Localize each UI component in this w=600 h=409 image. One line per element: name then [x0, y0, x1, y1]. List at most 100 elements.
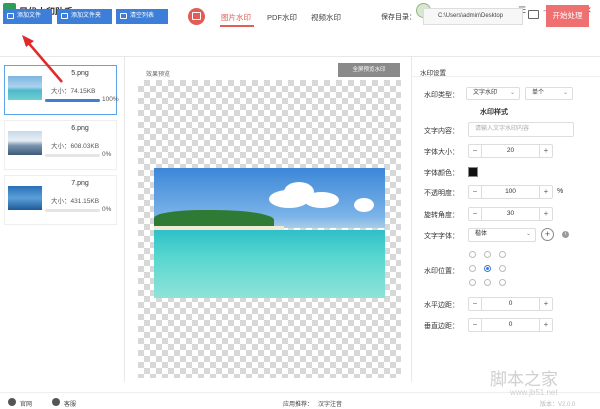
font-label: 文字字体：	[424, 233, 459, 240]
watermark-mode-select[interactable]: 单个 ⌄	[525, 87, 573, 100]
site-watermark-logo: 脚本之家	[490, 370, 558, 390]
file-thumbnail	[8, 186, 42, 210]
home-button[interactable]	[188, 8, 205, 25]
font-size-stepper[interactable]: − 20 +	[468, 144, 553, 158]
file-name: 7.png	[71, 180, 89, 187]
position-top-center[interactable]	[484, 251, 491, 258]
content-label: 文字内容：	[424, 128, 459, 135]
toolbar	[0, 22, 600, 57]
vmargin-label: 垂直边距：	[424, 323, 459, 330]
file-size: 大小：431.15KB	[51, 198, 100, 205]
file-size: 大小：74.15KB	[51, 88, 96, 95]
increment-button[interactable]: +	[539, 186, 552, 198]
watermark-type-select[interactable]: 文字水印 ⌄	[466, 87, 520, 100]
increment-button[interactable]: +	[539, 319, 552, 331]
progress-bar	[45, 154, 100, 157]
decrement-button[interactable]: −	[469, 145, 482, 157]
active-tab-indicator	[220, 25, 254, 27]
file-name: 6.png	[71, 125, 89, 132]
website-link[interactable]: 官网	[20, 399, 32, 408]
stepper-value[interactable]: 30	[482, 208, 539, 220]
increment-button[interactable]: +	[539, 208, 552, 220]
file-list-panel: 5.png 大小：74.15KB 100% 6.png 大小：608.03KB …	[0, 57, 125, 382]
recommend-label: 应用推荐：	[283, 402, 314, 408]
add-folder-button[interactable]: 添加文件夹	[57, 9, 112, 24]
increment-button[interactable]: +	[539, 298, 552, 310]
progress-bar	[45, 99, 100, 102]
position-top-right[interactable]	[499, 251, 506, 258]
file-item[interactable]: 6.png 大小：608.03KB 0%	[4, 120, 117, 170]
decrement-button[interactable]: −	[469, 319, 482, 331]
file-item[interactable]: 5.png 大小：74.15KB 100%	[4, 65, 119, 115]
opacity-stepper[interactable]: − 100 +	[468, 185, 553, 199]
progress-bar	[45, 209, 100, 212]
file-size: 大小：608.03KB	[51, 143, 100, 150]
clear-icon	[120, 13, 127, 19]
fullscreen-preview-button[interactable]: 全屏预览水印	[338, 63, 400, 77]
position-middle-left[interactable]	[469, 265, 476, 272]
website-icon[interactable]	[8, 398, 16, 406]
increment-button[interactable]: +	[539, 145, 552, 157]
progress-percent: 0%	[102, 151, 112, 158]
stepper-value[interactable]: 0	[482, 298, 539, 310]
start-button[interactable]: 开始处理	[546, 5, 589, 27]
preview-image	[154, 168, 385, 298]
preview-title: 效果预览	[146, 72, 171, 78]
tab-image-watermark[interactable]: 图片水印	[221, 12, 251, 23]
tab-pdf-watermark[interactable]: PDF水印	[267, 12, 297, 23]
size-label: 字体大小：	[424, 149, 459, 156]
site-watermark-url: www.jb51.net	[510, 388, 558, 397]
font-color-swatch[interactable]	[468, 167, 478, 177]
sea	[154, 230, 385, 298]
save-dir-label: 保存目录：	[381, 14, 416, 21]
stepper-value[interactable]: 20	[482, 145, 539, 157]
rotation-stepper[interactable]: − 30 +	[468, 207, 553, 221]
stepper-value[interactable]: 0	[482, 319, 539, 331]
support-link[interactable]: 客服	[64, 399, 76, 408]
progress-percent: 100%	[102, 96, 119, 103]
progress-fill	[45, 99, 100, 102]
file-thumbnail	[8, 131, 42, 155]
decrement-button[interactable]: −	[469, 186, 482, 198]
save-dir-input[interactable]: C:\Users\admin\Desktop	[423, 8, 523, 25]
clear-list-button[interactable]: 清空列表	[116, 9, 168, 24]
position-bottom-right[interactable]	[499, 279, 506, 286]
text-content-input[interactable]: 请输入文字水印内容	[468, 122, 574, 137]
color-label: 字体颜色：	[424, 170, 459, 177]
file-icon	[7, 13, 14, 19]
position-top-left[interactable]	[469, 251, 476, 258]
file-item[interactable]: 7.png 大小：431.15KB 0%	[4, 175, 117, 225]
progress-percent: 0%	[102, 206, 112, 213]
cloud	[354, 198, 374, 212]
vertical-margin-stepper[interactable]: − 0 +	[468, 318, 553, 332]
home-icon	[192, 12, 201, 20]
support-icon[interactable]	[52, 398, 60, 406]
file-name: 5.png	[71, 70, 89, 77]
opacity-label: 不透明度：	[424, 190, 459, 197]
tab-video-watermark[interactable]: 视频水印	[311, 12, 341, 23]
add-file-button[interactable]: 添加文件	[3, 9, 52, 24]
font-family-select[interactable]: 楷体 ⌄	[468, 228, 536, 242]
folder-icon	[61, 13, 68, 19]
settings-title: 水印设置	[420, 70, 446, 77]
chevron-down-icon: ⌄	[509, 90, 515, 96]
decrement-button[interactable]: −	[469, 208, 482, 220]
cloud	[304, 192, 339, 208]
decrement-button[interactable]: −	[469, 298, 482, 310]
rotate-label: 旋转角度：	[424, 212, 459, 219]
position-bottom-center[interactable]	[484, 279, 491, 286]
horizontal-margin-stepper[interactable]: − 0 +	[468, 297, 553, 311]
open-folder-icon[interactable]	[528, 10, 539, 19]
recommend-app-link[interactable]: 汉字注音	[318, 399, 342, 408]
position-bottom-left[interactable]	[469, 279, 476, 286]
style-section-title: 水印样式	[480, 109, 508, 116]
position-center[interactable]	[484, 265, 491, 272]
hmargin-label: 水平边距：	[424, 302, 459, 309]
chevron-down-icon: ⌄	[562, 90, 568, 96]
chevron-down-icon: ⌄	[525, 231, 531, 237]
stepper-value[interactable]: 100	[482, 186, 539, 198]
info-icon[interactable]: i	[562, 231, 569, 238]
opacity-unit: %	[557, 188, 564, 195]
add-font-button[interactable]: +	[541, 228, 554, 241]
position-middle-right[interactable]	[499, 265, 506, 272]
